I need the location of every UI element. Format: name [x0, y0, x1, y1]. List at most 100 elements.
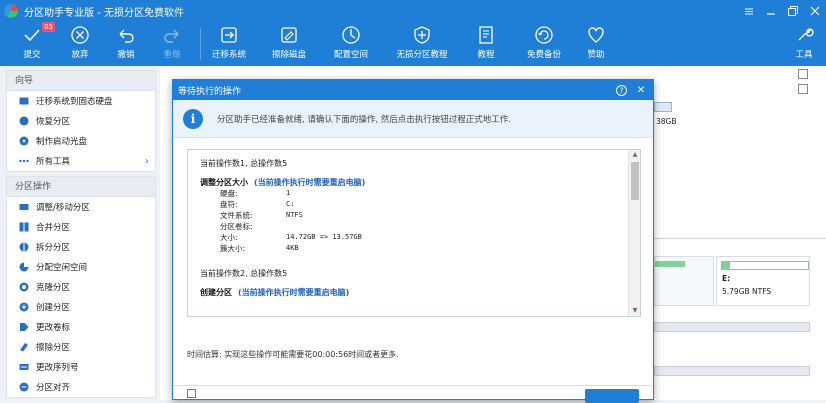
- op-name-text: 创建分区: [200, 288, 232, 297]
- migrate-icon: [19, 97, 29, 105]
- partition-ops-panel: 分区操作 调整/移动分区 合并分区 拆分分区 分配空闲空间 克隆分区 创建分区 …: [6, 176, 156, 398]
- sponsor-icon: [588, 27, 604, 43]
- redo-label: 重做: [163, 50, 181, 60]
- more-icon: [19, 159, 29, 163]
- sidebar-item-create[interactable]: 创建分区: [7, 297, 155, 317]
- partition-e[interactable]: E: 5.79GB NTFS: [716, 256, 810, 306]
- cancel-circle-icon: [71, 26, 89, 44]
- scroll-down-icon[interactable]: ▼: [629, 306, 640, 316]
- sidebar-item-change-serial[interactable]: 更改序列号: [7, 357, 155, 377]
- free-backup-button[interactable]: 免费备份: [522, 22, 566, 66]
- app-logo-icon: [4, 4, 18, 18]
- op-name: 调整分区大小 (当前操作执行时需要重启电脑): [200, 177, 640, 188]
- tutorial-lossless-label: 无损分区教程: [396, 50, 448, 60]
- label-icon: [20, 323, 29, 331]
- sidebar-item-label: 克隆分区: [36, 283, 71, 293]
- migrate-os-label: 迁移系统: [211, 50, 246, 60]
- sidebar-item-label: 分配空闲空间: [36, 263, 88, 273]
- submit-label: 提交: [23, 50, 41, 60]
- op-detail-row: 大小: 14.72GB => 13.57GB: [200, 232, 640, 243]
- wizard-panel-title: 向导: [7, 71, 155, 91]
- scrollbar[interactable]: ▲ ▼: [628, 150, 640, 316]
- help-icon[interactable]: ?: [611, 80, 631, 100]
- dialog-footer: [173, 385, 653, 403]
- op-detail-row: 簇大小: 4KB: [200, 243, 640, 254]
- sidebar-item-align[interactable]: 分区对齐: [7, 377, 155, 397]
- usage-bar: [655, 261, 685, 267]
- sidebar-item-clone[interactable]: 克隆分区: [7, 277, 155, 297]
- sidebar-item-allocate-free[interactable]: 分配空闲空间: [7, 257, 155, 277]
- sidebar-item-boot-disc[interactable]: 制作启动光盘: [7, 131, 155, 151]
- submit-button[interactable]: 提交 05: [12, 22, 55, 66]
- help-glyph: ?: [619, 86, 623, 95]
- tutorial-icon: [479, 26, 493, 44]
- sidebar-item-split[interactable]: 拆分分区: [7, 237, 155, 257]
- allocate-space-icon: [342, 26, 360, 44]
- dialog-close-icon[interactable]: ✕: [631, 80, 651, 100]
- allocate-icon: [19, 262, 29, 272]
- allocate-space-label: 配置空间: [333, 50, 368, 60]
- window-title: 分区助手专业版 - 无损分区免费软件: [24, 7, 184, 19]
- close-icon[interactable]: [804, 0, 826, 22]
- tutorial-lossless-button[interactable]: 无损分区教程: [394, 22, 450, 66]
- discard-label: 放弃: [71, 50, 89, 60]
- migrate-os-button[interactable]: 迁移系统: [206, 22, 252, 66]
- minimize-icon[interactable]: [738, 0, 760, 22]
- restore-icon[interactable]: [760, 0, 782, 22]
- undo-button[interactable]: 撤销: [106, 22, 146, 66]
- toolbar-separator: [200, 28, 201, 60]
- create-icon: [19, 302, 29, 312]
- wizard-panel: 向导 迁移系统到固态硬盘 恢复分区 制作启动光盘 所有工具 ›: [6, 70, 156, 172]
- op-detail-row: 硬盘: 1: [200, 188, 640, 199]
- sidebar-item-resize[interactable]: 调整/移动分区: [7, 197, 155, 217]
- view-toggle-icon[interactable]: [798, 69, 808, 79]
- tutorial-label: 教程: [477, 50, 495, 60]
- backup-icon: [535, 26, 553, 44]
- scrollbar-thumb[interactable]: [631, 162, 639, 200]
- sidebar-item-label: 所有工具: [36, 157, 71, 167]
- clone-icon: [19, 282, 29, 292]
- option-checkbox[interactable]: [187, 389, 196, 398]
- merge-icon: [19, 222, 29, 232]
- wipe-disk-button[interactable]: 擦除磁盘: [266, 22, 312, 66]
- proceed-button[interactable]: [585, 389, 639, 403]
- sidebar-item-migrate-ssd[interactable]: 迁移系统到固态硬盘: [7, 91, 155, 111]
- undo-label: 撤销: [117, 50, 135, 60]
- redo-button[interactable]: 重做: [152, 22, 192, 66]
- op-detail-row: 文件系统: NTFS: [200, 210, 640, 221]
- info-text: 分区助手已经准备就绪, 请确认下面的操作, 然后点击执行按钮过程正式地工作.: [217, 114, 512, 125]
- maximize-icon[interactable]: [782, 0, 804, 22]
- sidebar-item-label: 恢复分区: [36, 117, 71, 127]
- sidebar-item-change-label[interactable]: 更改卷标: [7, 317, 155, 337]
- op-detail-key: 簇大小:: [220, 244, 246, 253]
- operations-list[interactable]: 当前操作数1, 总操作数5 调整分区大小 (当前操作执行时需要重启电脑) 硬盘: 1…: [187, 149, 641, 317]
- sidebar-item-merge[interactable]: 合并分区: [7, 217, 155, 237]
- sidebar-item-label: 拆分分区: [36, 243, 71, 253]
- disk-size-fragment: 38GB: [656, 117, 677, 126]
- sidebar-item-label: 制作启动光盘: [36, 137, 88, 147]
- op-detail-value: 1: [286, 189, 291, 197]
- sidebar-item-all-tools[interactable]: 所有工具 ›: [7, 151, 155, 171]
- allocate-space-button[interactable]: 配置空间: [328, 22, 374, 66]
- tutorial-button[interactable]: 教程: [466, 22, 506, 66]
- title-bar: 分区助手专业版 - 无损分区免费软件: [0, 0, 826, 22]
- redo-icon: [164, 29, 179, 43]
- op-detail-value: C:: [286, 200, 295, 208]
- wipe-disk-icon: [281, 27, 297, 43]
- discard-button[interactable]: 放弃: [60, 22, 100, 66]
- sidebar-item-recover-partition[interactable]: 恢复分区: [7, 111, 155, 131]
- dialog-title-bar: 等待执行的操作 ? ✕: [173, 80, 653, 100]
- sponsor-button[interactable]: 赞助: [576, 22, 616, 66]
- recover-icon: [19, 116, 29, 126]
- sidebar-item-wipe-partition[interactable]: 擦除分区: [7, 337, 155, 357]
- info-banner: i 分区助手已经准备就绪, 请确认下面的操作, 然后点击执行按钮过程正式地工作.: [173, 100, 653, 138]
- view-list-icon[interactable]: [798, 84, 808, 94]
- op-name-text: 调整分区大小: [200, 178, 248, 187]
- free-backup-label: 免费备份: [526, 50, 561, 60]
- scroll-up-icon[interactable]: ▲: [629, 150, 640, 160]
- check-icon: [24, 29, 40, 42]
- op-detail-value: 4KB: [286, 244, 299, 252]
- tools-button[interactable]: 工具: [786, 22, 822, 66]
- wipe-disk-label: 擦除磁盘: [271, 50, 306, 60]
- partition-block[interactable]: [654, 256, 714, 306]
